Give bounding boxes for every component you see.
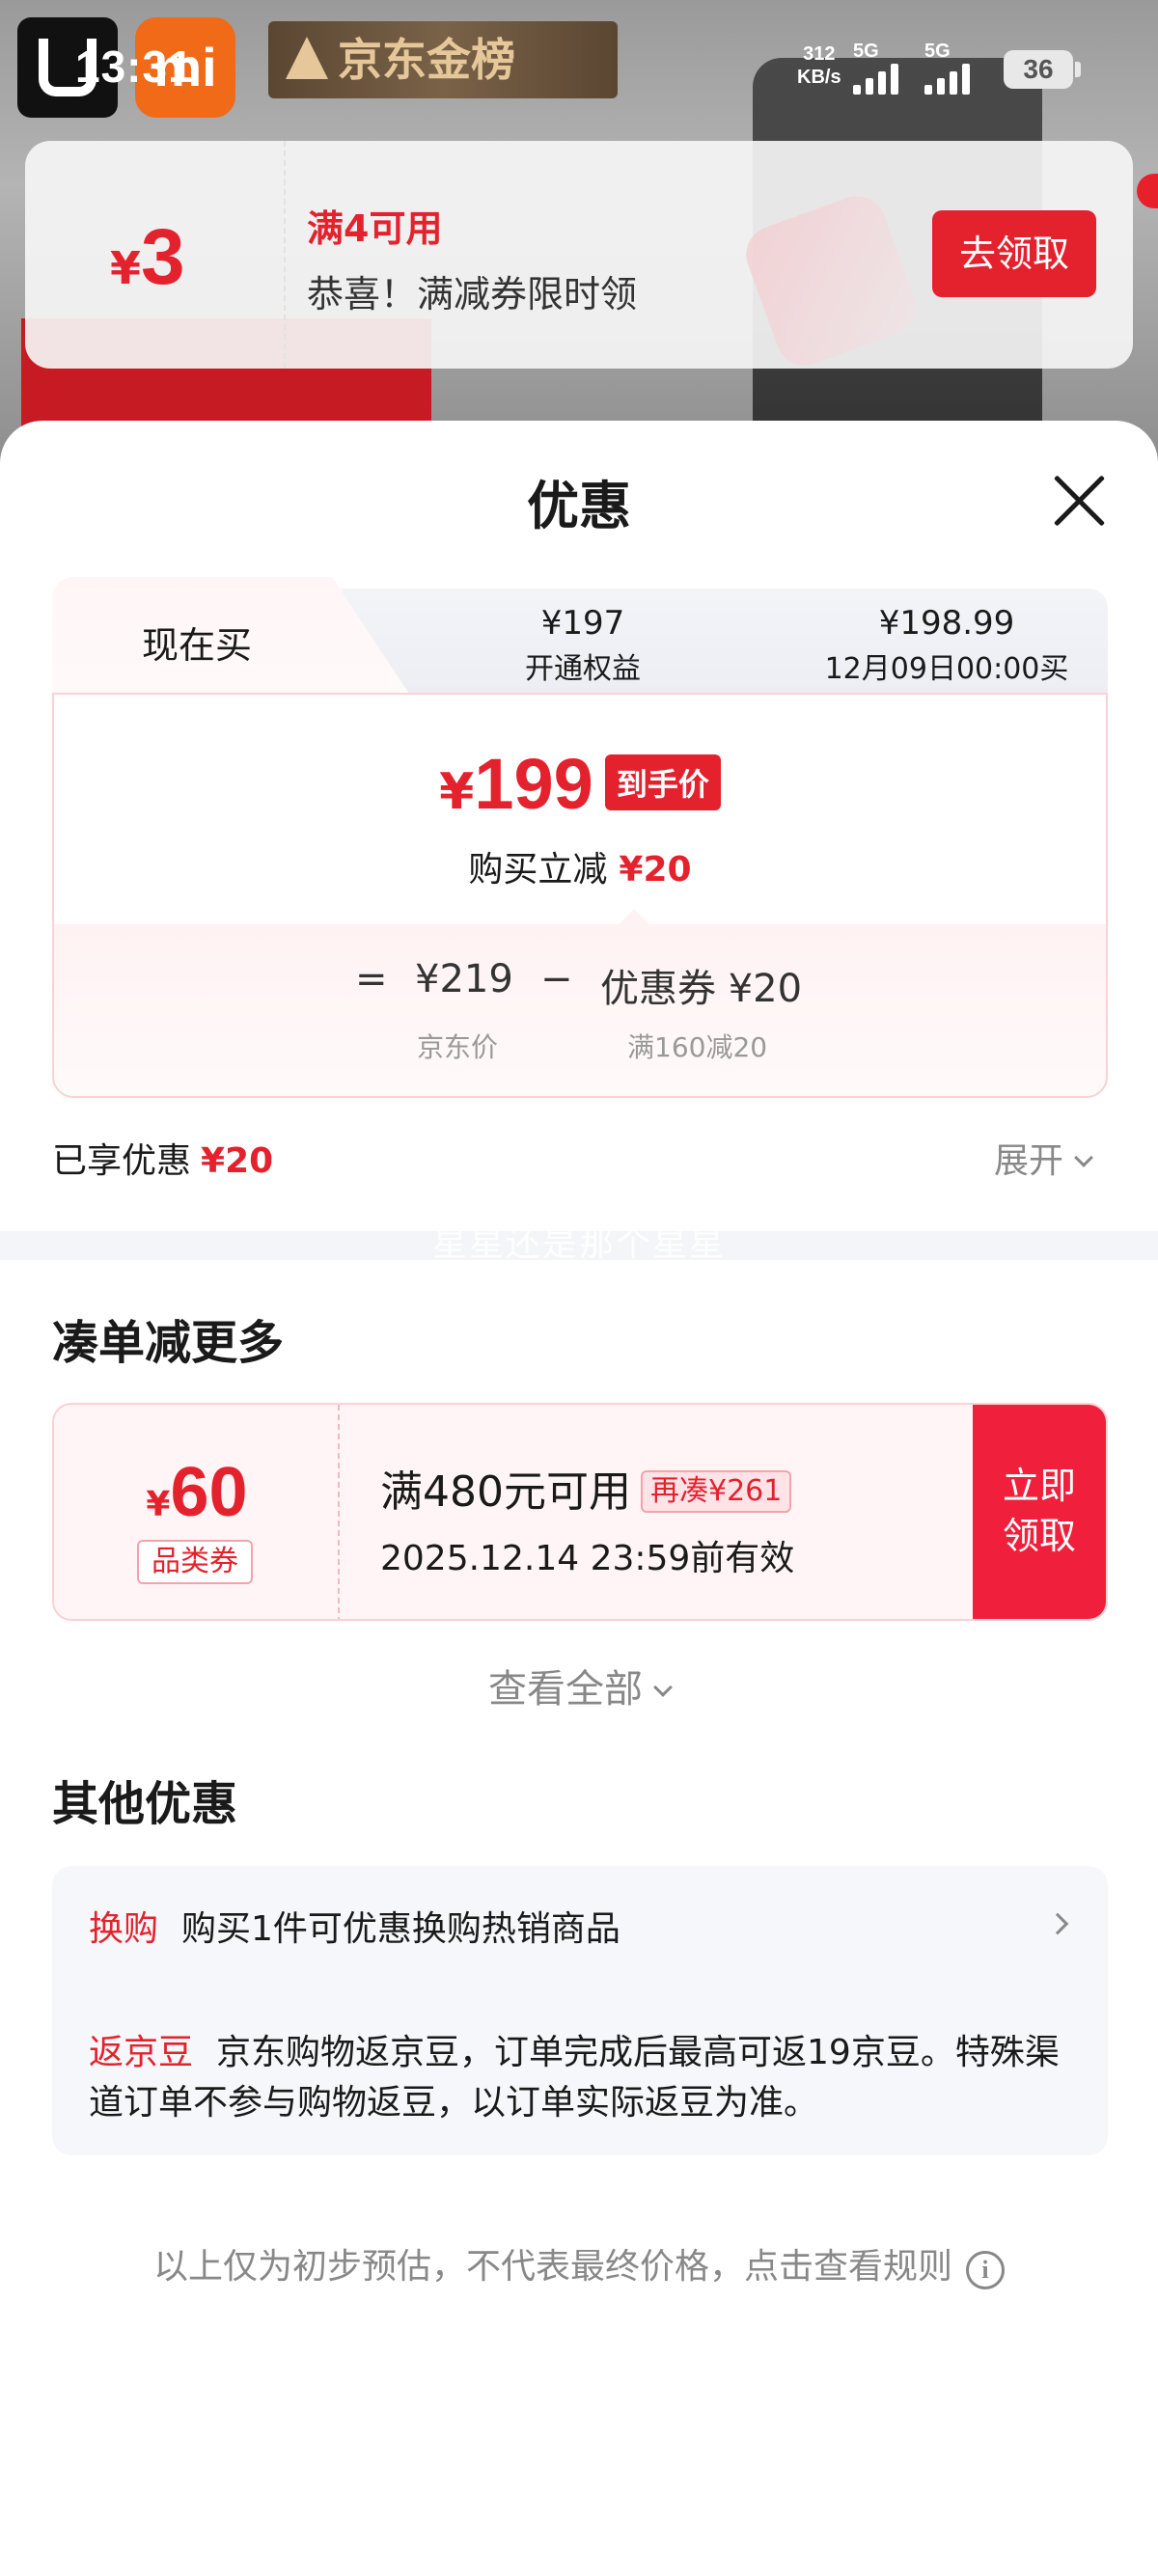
coupon-amount: ¥60 [54,1453,340,1532]
jd-beans-text: 京东购物返京豆，订单完成后最高可返19京豆。特殊渠道订单不参与购物返豆，以订单实… [89,2033,1060,2123]
toast-amount-value: 3 [141,213,185,301]
calc-jd-price-label: 京东价 [417,1031,499,1063]
trade-in-text: 购买1件可优惠换购热销商品 [181,1909,620,1949]
bundle-section-title: 凑单减更多 [52,1316,285,1370]
clock: 13:31 [75,41,194,92]
toast-amount: ¥3 [110,212,185,303]
enjoyed-amount: ¥20 [201,1141,274,1181]
sheet-title: 优惠 [527,476,631,536]
close-icon[interactable] [1050,471,1108,529]
network-speed: 312 KB/s [797,42,841,89]
chevron-right-icon[interactable] [1046,1912,1069,1935]
jd-ranking-banner[interactable]: 京东金榜 [268,21,618,98]
sim1-label: 5G [853,41,879,62]
tab-buy-now[interactable]: 现在买 [52,616,342,669]
trade-in-tag: 换购 [89,1909,159,1949]
tab-membership-price: ¥197 [540,604,625,643]
final-price-amount: 199 [474,744,593,824]
sim2-label: 5G [924,41,951,62]
jd-beans-tag: 返京豆 [89,2033,194,2072]
coupon-condition-text: 满480元可用 [380,1467,631,1517]
instant-discount: 购买立减 ¥20 [54,841,1106,891]
claim-now-line1: 立即 [1002,1465,1076,1507]
tab-membership[interactable]: ¥197 开通权益 [438,604,728,687]
other-offers-card: 换购 购买1件可优惠换购热销商品 返京豆 京东购物返京豆，订单完成后最高可返19京豆… [52,1866,1108,2155]
final-price: ¥199 到手价 [54,743,1106,825]
net-speed-value: 312 [803,43,836,65]
battery-icon: 36 [1004,50,1081,89]
coupon-toast: ¥3 满4可用 恭喜！满减券限时领 去领取 [25,141,1133,374]
trade-in-row[interactable]: 换购 购买1件可优惠换购热销商品 [89,1901,620,1951]
status-bar: mi 13:31 京东金榜 312 KB/s 5G 5G 36 [0,0,1158,145]
enjoyed-discount: 已享优惠 ¥20 [52,1133,273,1183]
toast-currency: ¥ [110,242,142,294]
calc-jd-price: ¥219 [415,957,513,1001]
expand-label: 展开 [994,1141,1064,1181]
tab-later-price: ¥198.99 [878,604,1015,643]
price-calculation: = ¥219 − 优惠券 ¥20 京东价 满160减20 [54,924,1106,1096]
toast-message: 恭喜！满减券限时领 [307,273,638,315]
disclaimer-link[interactable]: 以上仅为初步预估，不代表最终价格，点击查看规则 i [0,2238,1158,2289]
calc-pointer [619,909,649,924]
coupon-currency: ¥ [146,1485,171,1524]
cart-badge [1137,174,1158,208]
tab-membership-desc: 开通权益 [525,652,641,686]
chevron-down-icon [1074,1148,1093,1167]
coupon-illustration [737,187,924,374]
claim-coupon-button[interactable]: 去领取 [932,210,1096,297]
disclaimer-text: 以上仅为初步预估，不代表最终价格，点击查看规则 [152,2247,952,2287]
claim-now-button[interactable]: 立即 领取 [973,1405,1106,1619]
coupon-amount-value: 60 [170,1454,248,1531]
other-offers-title: 其他优惠 [52,1777,238,1831]
toast-condition: 满4可用 [307,207,443,250]
final-price-currency: ¥ [439,763,475,821]
enjoyed-label: 已享优惠 [52,1141,192,1181]
claim-now-line2: 领取 [1002,1515,1076,1557]
chevron-down-icon [653,1678,673,1697]
calc-coupon-label: 满160减20 [627,1031,768,1063]
coupon-condition: 满480元可用 再凑¥261 [380,1457,792,1519]
instant-discount-label: 购买立减 [468,850,608,890]
discount-sheet: 优惠 现在买 ¥197 开通权益 ¥198.99 12月09日00:00买 ¥1… [0,421,1158,2576]
info-icon[interactable]: i [966,2251,1005,2289]
expand-button[interactable]: 展开 [994,1133,1093,1183]
calc-minus: − [540,957,573,1001]
category-coupon-card: ¥60 品类券 满480元可用 再凑¥261 2025.12.14 23:59前有… [52,1403,1108,1621]
calc-coupon: 优惠券 ¥20 [600,967,803,1011]
net-speed-unit: KB/s [797,67,841,88]
price-card: 现在买 ¥197 开通权益 ¥198.99 12月09日00:00买 ¥199 到… [52,577,1108,1135]
tab-later-date[interactable]: ¥198.99 12月09日00:00买 [786,604,1108,687]
price-detail: ¥199 到手价 购买立减 ¥20 = ¥219 − 优惠券 ¥20 京东价 满16… [52,693,1108,1098]
price-tabs: 现在买 ¥197 开通权益 ¥198.99 12月09日00:00买 [52,577,1108,697]
jd-beans-row: 返京豆 京东购物返京豆，订单完成后最高可返19京豆。特殊渠道订单不参与购物返豆，以… [89,2028,1073,2128]
coupon-valid-until: 2025.12.14 23:59前有效 [380,1539,795,1578]
instant-discount-amount: ¥20 [619,850,692,890]
calc-equals: = [355,957,388,1001]
final-price-tag: 到手价 [604,754,721,810]
tab-later-desc: 12月09日00:00买 [824,652,1069,686]
watermark: 星星还是那个星星 [431,1224,726,1264]
jd-logo-icon [286,37,328,79]
banner-text: 京东金榜 [338,34,515,86]
see-all-label: 查看全部 [488,1667,643,1712]
coupon-more-tag: 再凑¥261 [640,1470,792,1513]
see-all-button[interactable]: 查看全部 [0,1658,1158,1713]
coupon-type-badge: 品类券 [137,1540,253,1584]
